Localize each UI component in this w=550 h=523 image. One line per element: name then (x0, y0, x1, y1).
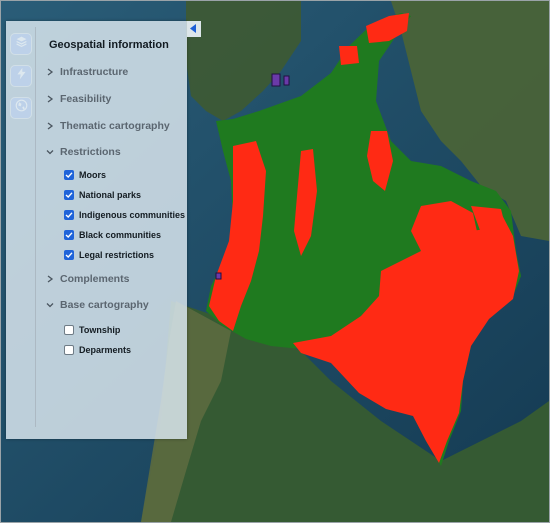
layer-label: Legal restrictions (79, 250, 155, 260)
checkmark-icon (65, 252, 73, 258)
layer-label: National parks (79, 190, 142, 200)
layer-label: Moors (79, 170, 106, 180)
layer-township[interactable]: Township (64, 323, 120, 337)
chevron-down-icon (46, 303, 54, 308)
layer-black-communities[interactable]: Black communities (64, 228, 161, 242)
section-label: Complements (60, 273, 130, 285)
checkmark-icon (65, 212, 73, 218)
section-label: Restrictions (60, 146, 121, 158)
section-label: Feasibility (60, 93, 112, 105)
chevron-right-icon (47, 275, 54, 283)
layer-departments[interactable]: Deparments (64, 343, 131, 357)
checkbox-checked[interactable] (64, 190, 74, 200)
panel-title: Geospatial information (49, 39, 169, 51)
section-label: Infrastructure (60, 66, 129, 78)
checkbox-checked[interactable] (64, 170, 74, 180)
section-complements[interactable]: Complements (45, 271, 129, 287)
checkbox-unchecked[interactable] (64, 345, 74, 355)
section-label: Base cartography (60, 299, 149, 311)
island-marker (215, 272, 222, 280)
section-label: Thematic cartography (60, 120, 170, 132)
chevron-left-icon (190, 20, 198, 38)
chevron-down-icon (46, 150, 54, 155)
restriction-caribbean (339, 46, 359, 65)
section-infrastructure[interactable]: Infrastructure (45, 64, 128, 80)
checkbox-unchecked[interactable] (64, 325, 74, 335)
panel-divider (35, 27, 36, 427)
chevron-right-icon (47, 95, 54, 103)
island-marker (283, 75, 290, 86)
section-restrictions[interactable]: Restrictions (45, 144, 121, 160)
layer-label: Deparments (79, 345, 132, 355)
layer-label: Township (79, 325, 121, 335)
checkmark-icon (65, 192, 73, 198)
chevron-right-icon (47, 68, 54, 76)
checkmark-icon (65, 232, 73, 238)
checkbox-checked[interactable] (64, 230, 74, 240)
checkbox-checked[interactable] (64, 250, 74, 260)
checkbox-checked[interactable] (64, 210, 74, 220)
layer-moors[interactable]: Moors (64, 168, 106, 182)
island-marker (271, 73, 281, 87)
checkmark-icon (65, 172, 73, 178)
layer-indigenous-communities[interactable]: Indigenous communities (64, 208, 185, 222)
layer-national-parks[interactable]: National parks (64, 188, 141, 202)
section-base-cartography[interactable]: Base cartography (45, 297, 149, 313)
map-viewer: Geospatial information Infrastructure Fe… (0, 0, 550, 523)
collapse-panel-button[interactable] (187, 21, 201, 37)
layer-label: Black communities (79, 230, 162, 240)
section-feasibility[interactable]: Feasibility (45, 91, 111, 107)
layer-label: Indigenous communities (79, 210, 186, 220)
chevron-right-icon (47, 122, 54, 130)
section-thematic-cartography[interactable]: Thematic cartography (45, 118, 170, 134)
layer-legal-restrictions[interactable]: Legal restrictions (64, 248, 154, 262)
